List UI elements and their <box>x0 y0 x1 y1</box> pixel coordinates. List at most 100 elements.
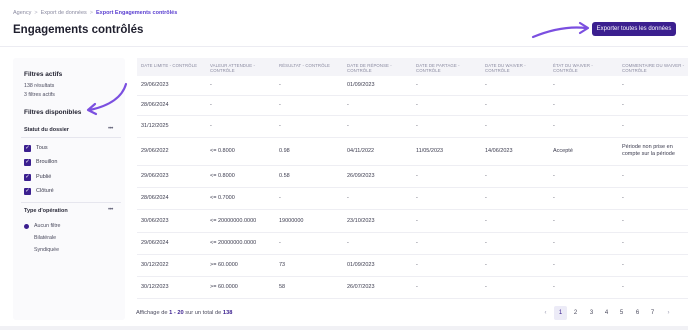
table-row[interactable]: 30/06/2023 <= 20000000.0000 19000000 23/10/… <box>137 210 688 233</box>
pagination-page-6[interactable]: 6 <box>631 306 644 320</box>
pagination-next-icon[interactable]: › <box>662 306 675 320</box>
table-cell: - <box>347 123 349 129</box>
table-cell: 0.98 <box>279 148 290 154</box>
pagination-total: 138 <box>222 310 233 316</box>
status-option-tous[interactable]: ✓ Tous <box>24 144 48 152</box>
pagination-page-4[interactable]: 4 <box>600 306 613 320</box>
column-header[interactable]: COMMENTAIRE DU WAIVER - CONTRÔLE <box>622 63 688 73</box>
radio-unselected-icon[interactable] <box>24 236 29 241</box>
table-cell: 01/09/2023 <box>347 82 375 88</box>
data-table: DATE LIMITE - CONTRÔLE VALEUR ATTENDUE - … <box>137 58 688 302</box>
radio-selected-icon[interactable] <box>24 223 29 229</box>
table-cell: - <box>416 82 418 88</box>
table-cell: 26/07/2023 <box>347 284 375 290</box>
table-row[interactable]: 29/06/2022 <= 0.8000 0.98 04/11/2022 11/05/2… <box>137 138 688 166</box>
pagination-page-5[interactable]: 5 <box>615 306 628 320</box>
table-row[interactable]: 29/06/2024 <= 20000000.0000 - - - - - - <box>137 233 688 255</box>
column-header[interactable]: DATE LIMITE - CONTRÔLE <box>141 63 205 68</box>
operation-type-more-icon[interactable]: ••• <box>108 207 113 213</box>
table-cell: - <box>622 173 624 179</box>
column-header[interactable]: VALEUR ATTENDUE - CONTRÔLE <box>210 63 274 73</box>
table-cell: - <box>210 82 212 88</box>
annotation-arrow-icon <box>86 82 128 116</box>
column-header[interactable]: DATE DU WAIVER - CONTRÔLE <box>485 63 549 73</box>
table-cell: - <box>416 123 418 129</box>
table-cell: - <box>347 240 349 246</box>
breadcrumb-separator: > <box>89 10 93 16</box>
table-cell: - <box>553 195 555 201</box>
table-cell: - <box>416 240 418 246</box>
table-header: DATE LIMITE - CONTRÔLE VALEUR ATTENDUE - … <box>137 58 688 76</box>
table-cell: 58 <box>279 284 286 290</box>
table-row[interactable]: 29/06/2023 - - 01/09/2023 - - - - <box>137 76 688 96</box>
table-row[interactable]: 30/12/2023 >= 60.0000 58 26/07/2023 - - - - <box>137 277 688 299</box>
status-filter-title: Statut du dossier <box>24 127 69 133</box>
table-row[interactable]: 29/06/2023 <= 0.8000 0.58 26/09/2023 - - - - <box>137 166 688 188</box>
table-row[interactable]: 30/12/2022 >= 60.0000 73 01/09/2023 - - - - <box>137 255 688 277</box>
radio-unselected-icon[interactable] <box>24 248 29 253</box>
table-row[interactable]: 28/06/2024 <= 0.7000 - - - - - - <box>137 188 688 210</box>
table-cell: 14/06/2023 <box>485 148 513 154</box>
status-option-publie[interactable]: ✓ Publié <box>24 173 51 181</box>
status-filter-more-icon[interactable]: ••• <box>108 126 113 132</box>
column-header[interactable]: ÉTAT DU WAIVER - CONTRÔLE <box>553 63 617 73</box>
type-option-aucun-filtre[interactable]: Aucun filtre <box>24 222 61 230</box>
table-cell: - <box>622 102 624 108</box>
table-cell: <= 20000000.0000 <box>210 217 257 224</box>
pagination-prev-icon[interactable]: ‹ <box>539 306 552 320</box>
pagination-prefix: Affichage de <box>136 310 168 316</box>
available-filters-title: Filtres disponibles <box>24 109 82 116</box>
breadcrumb-item-agency[interactable]: Agency <box>13 10 31 16</box>
table-cell: 28/06/2024 <box>141 195 169 201</box>
table-cell: 29/06/2023 <box>141 173 169 179</box>
table-cell: 23/10/2023 <box>347 217 375 224</box>
pagination-page-2[interactable]: 2 <box>569 306 582 320</box>
checkbox-checked-icon[interactable]: ✓ <box>24 158 31 166</box>
breadcrumb: Agency > Export de données > Export Engageme… <box>13 10 177 16</box>
table-cell: - <box>279 102 281 108</box>
checkbox-checked-icon[interactable]: ✓ <box>24 144 31 152</box>
type-option-bilaterale[interactable]: Bilatérale <box>24 234 56 242</box>
breadcrumb-separator: > <box>34 10 38 16</box>
table-cell: - <box>416 173 418 179</box>
table-cell: - <box>622 82 624 88</box>
breadcrumb-item-export[interactable]: Export de données <box>41 10 87 16</box>
table-cell: 30/12/2023 <box>141 284 169 290</box>
bottom-edge <box>0 326 688 330</box>
status-option-cloture[interactable]: ✓ Clôturé <box>24 187 54 195</box>
table-cell: 01/09/2023 <box>347 262 375 268</box>
column-header[interactable]: RÉSULTAT - CONTRÔLE <box>279 63 343 68</box>
column-header[interactable]: DATE DE PARTAGE - CONTRÔLE <box>416 63 480 73</box>
divider <box>21 137 121 138</box>
pagination-page-7[interactable]: 7 <box>646 306 659 320</box>
table-cell: >= 60.0000 <box>210 284 238 290</box>
table-cell: <= 0.8000 <box>210 173 235 179</box>
table-cell: - <box>553 240 555 246</box>
export-all-button[interactable]: Exporter toutes les données <box>592 22 676 36</box>
table-cell: - <box>416 262 418 268</box>
table-row[interactable]: 31/12/2025 - - - - - - - <box>137 116 688 138</box>
table-cell: 29/06/2023 <box>141 82 169 88</box>
table-cell: 11/05/2023 <box>416 148 444 154</box>
table-cell: - <box>416 102 418 108</box>
checkbox-checked-icon[interactable]: ✓ <box>24 173 31 181</box>
pagination-page-1[interactable]: 1 <box>554 306 567 320</box>
table-cell: - <box>485 217 487 224</box>
table-cell: Période non prise en compte sur la pério… <box>622 144 675 157</box>
checkbox-checked-icon[interactable]: ✓ <box>24 187 31 195</box>
pagination-page-3[interactable]: 3 <box>585 306 598 320</box>
pagination-range: 1 - 20 <box>169 310 184 316</box>
table-cell: - <box>622 123 624 129</box>
type-option-syndiquee[interactable]: Syndiquée <box>24 246 59 254</box>
table-cell: - <box>485 102 487 108</box>
table-cell: - <box>485 173 487 179</box>
table-row[interactable]: 28/06/2024 - - - - - - - <box>137 96 688 116</box>
table-cell: - <box>622 195 624 201</box>
table-cell: - <box>553 217 555 224</box>
table-cell: - <box>485 240 487 246</box>
column-header[interactable]: DATE DE RÉPONSE - CONTRÔLE <box>347 63 411 73</box>
status-option-brouillon[interactable]: ✓ Brouillon <box>24 158 57 166</box>
results-count: 138 résultats <box>24 83 55 89</box>
table-cell: - <box>279 82 281 88</box>
table-cell: - <box>485 284 487 290</box>
